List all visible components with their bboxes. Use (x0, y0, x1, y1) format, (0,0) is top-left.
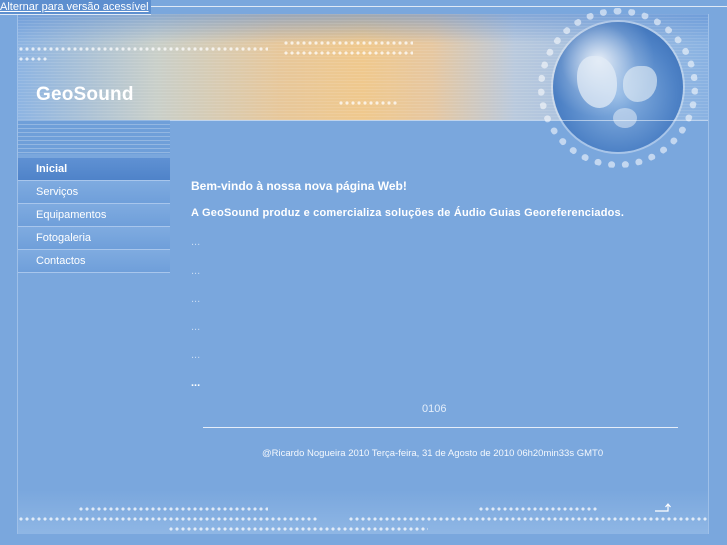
header-dot-row (283, 50, 413, 56)
placeholder-text: ... (191, 236, 201, 248)
placeholder-text: ... (191, 265, 201, 277)
placeholder-text: ... (191, 293, 201, 305)
placeholder-text: ... (191, 349, 201, 361)
globe-continent (577, 56, 617, 108)
header-dot-row (18, 46, 268, 52)
frame-border-right (708, 14, 709, 534)
nav-item-contactos[interactable]: Contactos (18, 250, 170, 273)
globe-continent (623, 66, 657, 102)
brand-title: GeoSound (36, 84, 134, 105)
nav-header-stripes (18, 120, 170, 154)
footer-dot-row (18, 516, 318, 522)
return-arrow-icon[interactable] (654, 502, 672, 514)
header-dot-row (18, 56, 48, 62)
accessible-version-link[interactable]: Alternar para versão acessível (0, 0, 151, 15)
intro-text: A GeoSound produz e comercializa soluçõe… (191, 207, 625, 219)
return-arrow-svg (655, 503, 671, 512)
nav-item-equipamentos[interactable]: Equipamentos (18, 204, 170, 227)
nav-item-servicos[interactable]: Serviços (18, 181, 170, 204)
nav-item-inicial[interactable]: Inicial (18, 158, 170, 181)
header-dot-row (338, 100, 398, 106)
placeholder-text: ... (191, 377, 201, 389)
top-rule (150, 6, 727, 7)
header-dot-row (283, 40, 413, 46)
footer-copyright: @Ricardo Nogueira 2010 Terça-feira, 31 d… (262, 448, 604, 459)
footer-band (18, 490, 708, 534)
footer-dot-row (478, 506, 598, 512)
globe-continent (613, 108, 637, 128)
main-nav: Inicial Serviços Equipamentos Fotogaleri… (18, 158, 170, 273)
footer-dot-row (168, 526, 428, 532)
placeholder-text: ... (191, 321, 201, 333)
nav-item-fotogaleria[interactable]: Fotogaleria (18, 227, 170, 250)
header-bottom-rule (170, 120, 708, 121)
footer-divider (203, 427, 678, 428)
welcome-heading: Bem-vindo à nossa nova página Web! (191, 179, 407, 193)
visit-counter: 0106 (422, 403, 447, 415)
footer-dot-row (78, 506, 268, 512)
globe-icon (553, 22, 683, 152)
footer-dot-row (348, 516, 708, 522)
